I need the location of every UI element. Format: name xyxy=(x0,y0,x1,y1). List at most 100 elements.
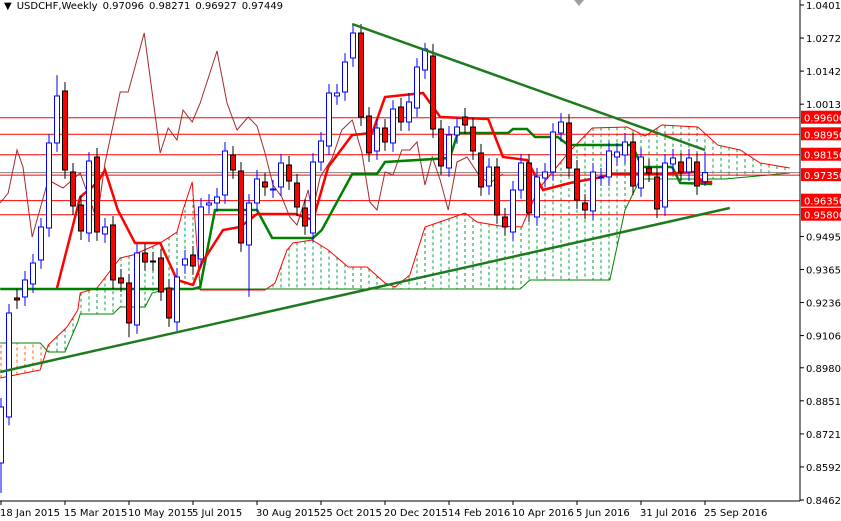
candle xyxy=(678,153,684,181)
symbol-timeframe: USDCHF,Weekly xyxy=(16,1,98,12)
candle-body xyxy=(278,162,284,188)
candle-body xyxy=(502,216,508,228)
candle-body xyxy=(22,279,28,298)
candle xyxy=(134,244,140,334)
level-price-label: 0.99600 xyxy=(804,114,841,125)
candle-body xyxy=(534,176,540,218)
candle-body xyxy=(454,126,460,136)
header-low: 0.96927 xyxy=(195,1,237,12)
candle xyxy=(526,154,532,222)
candle-body xyxy=(430,55,436,130)
candle-body xyxy=(14,297,20,301)
candle-body xyxy=(406,101,412,123)
candle-body xyxy=(582,202,588,211)
candle xyxy=(6,304,12,426)
candle-body xyxy=(46,142,52,229)
candle xyxy=(662,154,668,216)
candle-body xyxy=(38,226,44,261)
candle-body xyxy=(62,90,68,171)
candle xyxy=(0,398,4,493)
price-tick-label: 0.89805 xyxy=(806,364,841,375)
level-price-label: 0.97350 xyxy=(804,171,841,182)
candle xyxy=(606,142,612,186)
candle-body xyxy=(214,196,220,204)
candle xyxy=(70,163,76,215)
price-tick-label: 0.85920 xyxy=(806,463,841,474)
senkou-span-b-line xyxy=(0,172,790,353)
level-price-label: 0.98950 xyxy=(804,130,841,141)
candle-body xyxy=(78,204,84,232)
candle xyxy=(366,107,372,162)
candle xyxy=(630,133,636,195)
time-tick-label: 5 Jul 2015 xyxy=(192,508,242,519)
candle xyxy=(486,158,492,195)
candle xyxy=(246,194,252,297)
candle-body xyxy=(542,171,548,179)
candle xyxy=(518,154,524,199)
candle-body xyxy=(158,257,164,293)
price-chart[interactable]: 1.04015 1.02720 1.01425 1.00130 0.94950 0.936… xyxy=(0,0,841,521)
candle xyxy=(94,148,100,241)
candle-body xyxy=(334,92,340,97)
header-close: 0.97449 xyxy=(241,1,284,12)
candle xyxy=(294,174,300,216)
candle xyxy=(110,216,116,289)
candle-body xyxy=(0,406,4,464)
candle xyxy=(342,53,348,101)
candle xyxy=(390,100,396,152)
time-tick-label: 31 Jul 2016 xyxy=(640,508,697,519)
candle-body xyxy=(382,127,388,143)
candle-body xyxy=(190,254,196,267)
level-price-label: 0.95800 xyxy=(804,211,841,222)
candle-body xyxy=(254,178,260,204)
candle xyxy=(494,158,500,224)
candle-body xyxy=(590,171,596,212)
candle xyxy=(158,249,164,301)
candle-body xyxy=(654,176,660,210)
candle-body xyxy=(446,134,452,169)
candle xyxy=(238,162,244,252)
candle-body xyxy=(478,152,484,188)
candle-body xyxy=(302,207,308,227)
candle-body xyxy=(462,116,468,126)
price-tick-label: 0.93655 xyxy=(806,265,841,276)
candle-body xyxy=(222,150,228,196)
candle xyxy=(446,126,452,177)
candle-body xyxy=(598,176,604,179)
chart-shift-marker-icon[interactable] xyxy=(574,0,584,6)
candle-body xyxy=(198,206,204,260)
candle xyxy=(54,75,60,152)
candle-body xyxy=(614,151,620,158)
candle-body xyxy=(294,182,300,208)
candle xyxy=(62,82,68,179)
candle-body xyxy=(342,61,348,93)
candle xyxy=(638,148,644,197)
candle xyxy=(414,58,420,117)
time-tick-label: 5 Jun 2016 xyxy=(576,508,630,519)
candle xyxy=(142,244,148,271)
candle xyxy=(198,198,204,268)
candle xyxy=(214,188,220,212)
candle-body xyxy=(206,202,212,206)
candle-body xyxy=(630,141,636,187)
candle-body xyxy=(326,92,332,147)
price-tick-label: 1.01425 xyxy=(806,67,841,78)
candle-body xyxy=(110,224,116,281)
candle-body xyxy=(54,95,60,144)
indicator-lines xyxy=(0,32,713,291)
candle-body xyxy=(142,252,148,263)
triangle-down-icon[interactable]: ▼ xyxy=(4,1,12,12)
candle xyxy=(598,168,604,186)
candle-body xyxy=(694,161,700,187)
candle xyxy=(478,144,484,196)
candle-body xyxy=(398,106,404,123)
trendlines[interactable] xyxy=(0,22,731,374)
candle xyxy=(310,153,316,242)
candle xyxy=(38,218,44,269)
candle xyxy=(278,154,284,196)
candle xyxy=(86,152,92,242)
candle-body xyxy=(438,128,444,167)
time-tick-label: 20 Dec 2015 xyxy=(384,508,448,519)
candle-body xyxy=(182,258,188,266)
candle-body xyxy=(702,172,708,183)
